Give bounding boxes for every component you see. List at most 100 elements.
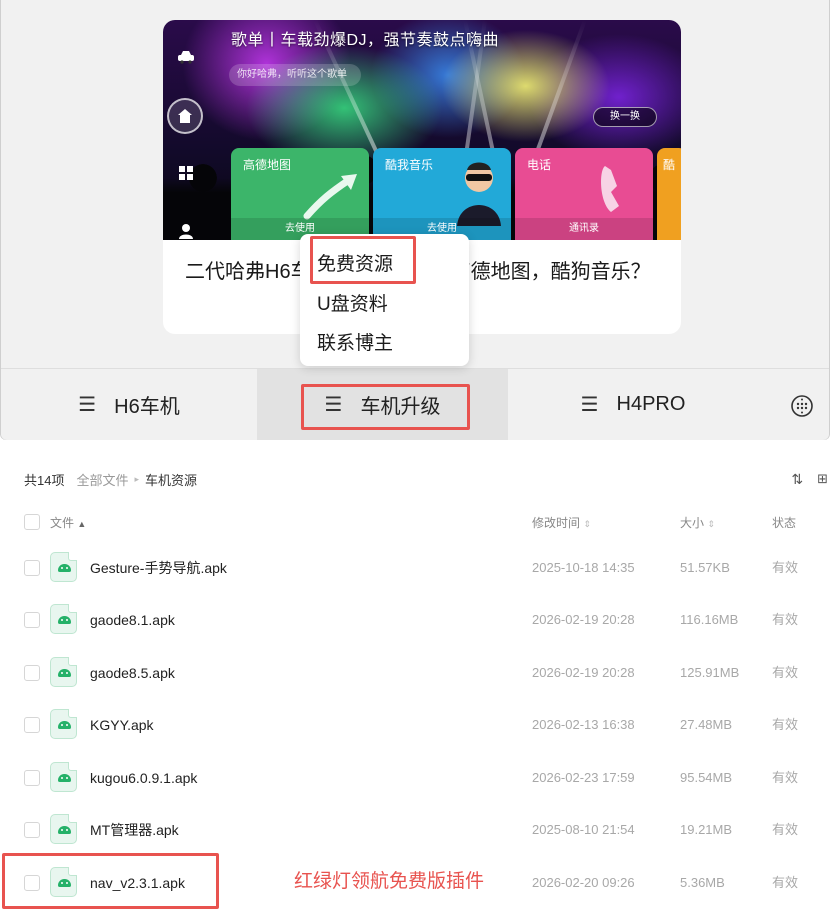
tile-phone[interactable]: 电话 通讯录 bbox=[515, 148, 653, 240]
tab-h4pro[interactable]: ☰ H4PRO bbox=[508, 369, 758, 440]
file-row[interactable]: gaode8.1.apk 2026-02-19 20:28 116.16MB 有… bbox=[0, 594, 830, 646]
file-status: 有效 bbox=[772, 612, 799, 627]
row-checkbox[interactable] bbox=[24, 770, 40, 786]
user-icon[interactable] bbox=[173, 218, 199, 240]
apk-file-icon bbox=[50, 552, 77, 582]
row-checkbox[interactable] bbox=[24, 822, 40, 838]
car-icon[interactable] bbox=[173, 44, 199, 70]
apps-grid-icon[interactable] bbox=[173, 160, 199, 186]
file-row[interactable]: Gesture-手势导航.apk 2025-10-18 14:35 51.57K… bbox=[0, 542, 830, 594]
file-name[interactable]: KGYY.apk bbox=[90, 699, 154, 751]
phone-icon bbox=[601, 166, 619, 212]
sort-asc-icon: ▲ bbox=[77, 519, 87, 529]
breadcrumb-all-files[interactable]: 全部文件 bbox=[76, 470, 128, 489]
file-modified: 2025-10-18 14:35 bbox=[532, 560, 635, 575]
header-label: 文件 bbox=[50, 516, 75, 530]
row-checkbox[interactable] bbox=[24, 665, 40, 681]
file-modified: 2026-02-23 17:59 bbox=[532, 770, 635, 785]
voice-search-pill[interactable]: 你好哈弗，听听这个歌单 bbox=[229, 64, 361, 86]
file-row[interactable]: MT管理器.apk 2025-08-10 21:54 19.21MB 有效 bbox=[0, 804, 830, 856]
file-name[interactable]: kugou6.0.9.1.apk bbox=[90, 752, 197, 804]
file-size: 5.36MB bbox=[680, 875, 725, 890]
tile-label: 电话 bbox=[527, 158, 552, 172]
header-label: 状态 bbox=[772, 516, 797, 530]
breadcrumb-current[interactable]: 车机资源 bbox=[145, 470, 197, 489]
column-header-name[interactable]: 文件 ▲ bbox=[50, 514, 86, 531]
menu-item-contact-blogger[interactable]: 联系博主 bbox=[317, 328, 393, 355]
file-name[interactable]: MT管理器.apk bbox=[90, 804, 179, 856]
keyboard-dial-icon[interactable] bbox=[790, 394, 814, 418]
file-size: 27.48MB bbox=[680, 717, 733, 732]
file-row[interactable]: KGYY.apk 2026-02-13 16:38 27.48MB 有效 bbox=[0, 699, 830, 751]
view-tools: ⇅ ⊞ bbox=[791, 462, 830, 496]
header-label: 修改时间 bbox=[532, 516, 581, 530]
tile-kuwo-music[interactable]: 酷我音乐 去使用 bbox=[373, 148, 511, 240]
row-checkbox[interactable] bbox=[24, 560, 40, 576]
row-checkbox[interactable] bbox=[24, 717, 40, 733]
row-checkbox[interactable] bbox=[24, 612, 40, 628]
file-size: 95.54MB bbox=[680, 770, 733, 785]
tab-h6[interactable]: ☰ H6车机 bbox=[1, 369, 257, 440]
apk-file-icon bbox=[50, 709, 77, 739]
banner-title: 歌单丨车载劲爆DJ，强节奏鼓点嗨曲 bbox=[231, 32, 500, 49]
tile-label: 酷 bbox=[663, 158, 676, 172]
navigation-arrow-icon bbox=[303, 174, 357, 220]
file-row[interactable]: gaode8.5.apk 2026-02-19 20:28 125.91MB 有… bbox=[0, 647, 830, 699]
file-status: 有效 bbox=[772, 717, 799, 732]
tab-label: 车机升级 bbox=[360, 396, 441, 418]
file-modified: 2026-02-19 20:28 bbox=[532, 612, 635, 627]
apk-file-icon bbox=[50, 657, 77, 687]
file-name[interactable]: nav_v2.3.1.apk bbox=[90, 857, 185, 909]
tab-label: H6车机 bbox=[114, 396, 180, 418]
singer-figure bbox=[457, 162, 501, 226]
file-modified: 2026-02-13 16:38 bbox=[532, 717, 635, 732]
file-name[interactable]: gaode8.5.apk bbox=[90, 647, 175, 699]
sort-toggle-icon: ⇕ bbox=[707, 519, 715, 529]
switch-button[interactable]: 换一换 bbox=[593, 107, 657, 127]
tile-amap[interactable]: 高德地图 去使用 bbox=[231, 148, 369, 240]
file-status: 有效 bbox=[772, 560, 799, 575]
tile-label: 高德地图 bbox=[243, 158, 292, 172]
tile-label: 酷我音乐 bbox=[385, 158, 434, 172]
column-header-size[interactable]: 大小 ⇕ bbox=[680, 514, 715, 531]
column-header-modified[interactable]: 修改时间 ⇕ bbox=[532, 514, 591, 531]
bottom-tab-bar: ☰ H6车机 ☰ 车机升级 ☰ H4PRO bbox=[1, 368, 829, 440]
file-status: 有效 bbox=[772, 875, 799, 890]
file-modified: 2026-02-20 09:26 bbox=[532, 875, 635, 890]
file-size: 125.91MB bbox=[680, 665, 740, 680]
menu-lines-icon: ☰ bbox=[580, 394, 599, 416]
file-size: 51.57KB bbox=[680, 560, 730, 575]
tab-label: H4PRO bbox=[616, 393, 686, 415]
home-icon[interactable] bbox=[167, 98, 203, 134]
file-name[interactable]: gaode8.1.apk bbox=[90, 594, 175, 646]
file-size: 116.16MB bbox=[680, 612, 739, 627]
apk-file-icon bbox=[50, 867, 77, 897]
tab-upgrade[interactable]: ☰ 车机升级 bbox=[257, 369, 508, 440]
sort-icon[interactable]: ⇅ bbox=[791, 471, 803, 488]
article-panel: 歌单丨车载劲爆DJ，强节奏鼓点嗨曲 你好哈弗，听听这个歌单 换一换 高德地图 去… bbox=[0, 0, 830, 440]
apk-file-icon bbox=[50, 814, 77, 844]
header-label: 大小 bbox=[680, 516, 705, 530]
tile-partial[interactable]: 酷 bbox=[657, 148, 681, 240]
file-name[interactable]: Gesture-手势导航.apk bbox=[90, 542, 227, 594]
grid-view-icon[interactable]: ⊞ bbox=[817, 471, 828, 487]
apk-file-icon bbox=[50, 604, 77, 634]
file-modified: 2025-08-10 21:54 bbox=[532, 822, 635, 837]
menu-item-usb-materials[interactable]: U盘资料 bbox=[317, 289, 388, 316]
sort-toggle-icon: ⇕ bbox=[583, 519, 591, 529]
breadcrumb: 共14项 全部文件 ▸ 车机资源 bbox=[24, 462, 197, 496]
select-all-checkbox[interactable] bbox=[24, 514, 40, 530]
file-size: 19.21MB bbox=[680, 822, 733, 837]
item-count: 共14项 bbox=[24, 472, 65, 488]
file-row[interactable]: kugou6.0.9.1.apk 2026-02-23 17:59 95.54M… bbox=[0, 752, 830, 804]
breadcrumb-separator-icon: ▸ bbox=[134, 473, 140, 484]
menu-item-free-resources[interactable]: 免费资源 bbox=[317, 249, 393, 276]
file-status: 有效 bbox=[772, 665, 799, 680]
menu-lines-icon: ☰ bbox=[324, 394, 343, 416]
dropdown-menu: 免费资源 U盘资料 联系博主 bbox=[300, 234, 469, 366]
row-checkbox[interactable] bbox=[24, 875, 40, 891]
file-status: 有效 bbox=[772, 770, 799, 785]
tile-footer: 通讯录 bbox=[515, 218, 653, 240]
menu-lines-icon: ☰ bbox=[78, 394, 97, 416]
banner-image: 歌单丨车载劲爆DJ，强节奏鼓点嗨曲 你好哈弗，听听这个歌单 换一换 高德地图 去… bbox=[163, 20, 681, 240]
